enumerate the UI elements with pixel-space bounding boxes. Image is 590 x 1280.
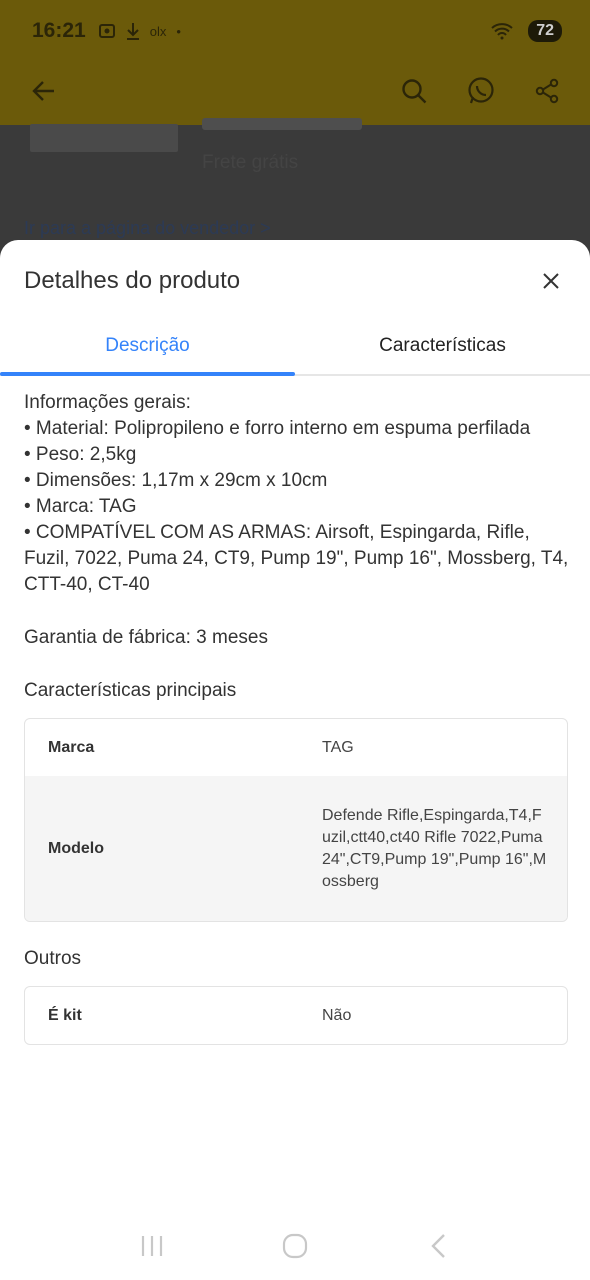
main-specs-table: Marca TAG Modelo Defende Rifle,Espingard… [24,718,568,922]
download-icon [126,23,139,40]
back-arrow-icon[interactable] [30,77,58,105]
description-heading: Informações gerais: [24,392,191,413]
home-icon [282,1233,308,1259]
home-button[interactable] [275,1226,315,1266]
wifi-icon [491,23,513,40]
spec-value: TAG [322,738,354,756]
product-description: Informações gerais: • Material: Poliprop… [24,390,569,598]
sheet-header: Detalhes do produto [24,264,566,298]
system-nav-bar [0,1212,590,1280]
spec-value: Defende Rifle,Espingarda,T4,Fuzil,ctt40,… [322,806,547,890]
description-line: • Material: Polipropileno e forro intern… [24,418,531,439]
background-price-placeholder [202,118,362,130]
nav-back-icon [431,1234,446,1258]
product-details-sheet: Detalhes do produto Descrição Caracterís… [0,240,590,1280]
background-shipping-text: Frete grátis [202,152,299,173]
spec-row-modelo: Modelo Defende Rifle,Espingarda,T4,Fuzil… [25,776,567,921]
status-notification-icons: olx • [98,22,181,40]
description-line: • Dimensões: 1,17m x 29cm x 10cm [24,470,328,491]
recent-apps-icon [141,1236,162,1256]
app-toolbar [0,62,590,120]
recent-apps-button[interactable] [132,1226,172,1266]
spec-row-marca: Marca TAG [25,719,567,776]
warranty-text: Garantia de fábrica: 3 meses [24,627,268,648]
sheet-title: Detalhes do produto [24,267,241,294]
spec-value: Não [322,1006,352,1024]
dot-icon: • [176,23,181,39]
spec-key: É kit [48,1006,82,1024]
description-line: • Peso: 2,5kg [24,444,137,465]
close-icon [543,273,559,289]
description-line: • COMPATÍVEL COM AS ARMAS: Airsoft, Espi… [24,522,569,595]
screenshot-icon [98,24,115,38]
search-icon[interactable] [400,77,428,105]
status-time: 16:21 [32,19,86,42]
main-features-title: Características principais [24,680,237,701]
background-app: 16:21 olx • 72 Frete grátis Ir para a pá… [0,0,590,260]
status-bar: 16:21 olx • 72 [0,0,590,62]
spec-key: Modelo [48,839,104,857]
spec-row-kit: É kit Não [25,987,567,1044]
other-specs-table: É kit Não [24,986,568,1045]
whatsapp-icon[interactable] [466,76,496,106]
background-product-image [30,124,178,152]
tab-caracteristicas[interactable]: Características [295,318,590,374]
olx-notification-label: olx [149,23,167,39]
tab-descricao[interactable]: Descrição [0,318,295,376]
other-section-title: Outros [24,948,82,969]
background-seller-link: Ir para a página do vendedor > [24,218,271,238]
close-button[interactable] [536,266,566,296]
tab-bar: Descrição Características [0,318,590,376]
description-line: • Marca: TAG [24,496,137,517]
battery-indicator: 72 [528,20,562,42]
system-back-button[interactable] [418,1226,458,1266]
spec-key: Marca [48,738,95,756]
share-icon[interactable] [534,78,560,104]
